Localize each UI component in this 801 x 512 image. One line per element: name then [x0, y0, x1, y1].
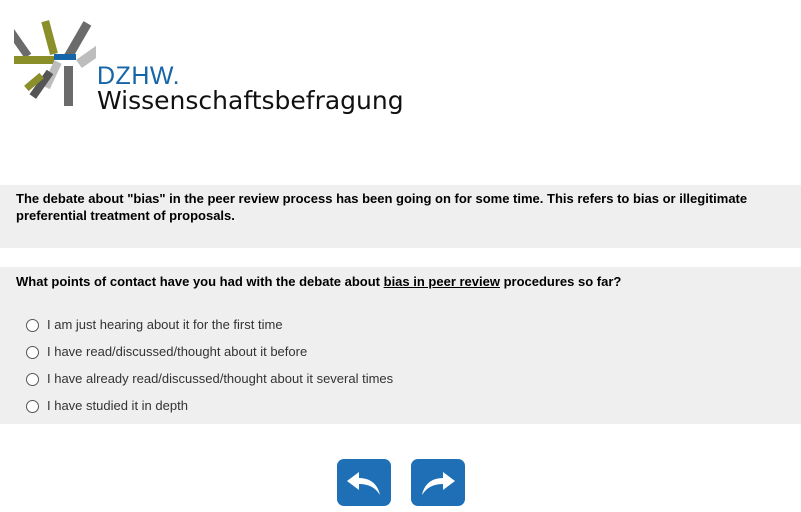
- answer-option-label: I have read/discussed/thought about it b…: [47, 344, 308, 359]
- answer-option-before[interactable]: I have read/discussed/thought about it b…: [26, 338, 393, 365]
- logo-burst-icon: [14, 17, 96, 106]
- next-button[interactable]: [411, 459, 465, 506]
- logo-name-text: Wissenschaftsbefragung: [97, 86, 404, 115]
- intro-text: The debate about "bias" in the peer revi…: [16, 191, 748, 223]
- undo-arrow-icon: [347, 471, 380, 495]
- radio-button[interactable]: [26, 372, 39, 386]
- question-block: What points of contact have you had with…: [0, 267, 801, 424]
- question-text-underlined: bias in peer review: [383, 274, 500, 289]
- answer-option-label: I have already read/discussed/thought ab…: [47, 371, 394, 386]
- redo-arrow-icon: [422, 471, 455, 495]
- question-text-before: What points of contact have you had with…: [16, 274, 384, 289]
- question-text-after: procedures so far?: [499, 274, 622, 289]
- intro-block: The debate about "bias" in the peer revi…: [0, 185, 801, 248]
- answer-option-in-depth[interactable]: I have studied it in depth: [26, 392, 393, 419]
- radio-button[interactable]: [26, 399, 39, 413]
- answer-option-several-times[interactable]: I have already read/discussed/thought ab…: [26, 365, 393, 392]
- radio-button[interactable]: [26, 318, 39, 332]
- answer-option-label: I am just hearing about it for the first…: [47, 317, 283, 332]
- survey-page: DZHW. Wissenschaftsbefragung The debate …: [0, 0, 801, 512]
- back-button[interactable]: [337, 459, 391, 506]
- answer-option-label: I have studied it in depth: [47, 398, 188, 413]
- dzhw-logo: DZHW. Wissenschaftsbefragung: [0, 0, 404, 130]
- answer-option-first-time[interactable]: I am just hearing about it for the first…: [26, 311, 393, 338]
- question-text: What points of contact have you had with…: [16, 274, 621, 289]
- answer-options: I am just hearing about it for the first…: [26, 311, 393, 419]
- radio-button[interactable]: [26, 345, 39, 359]
